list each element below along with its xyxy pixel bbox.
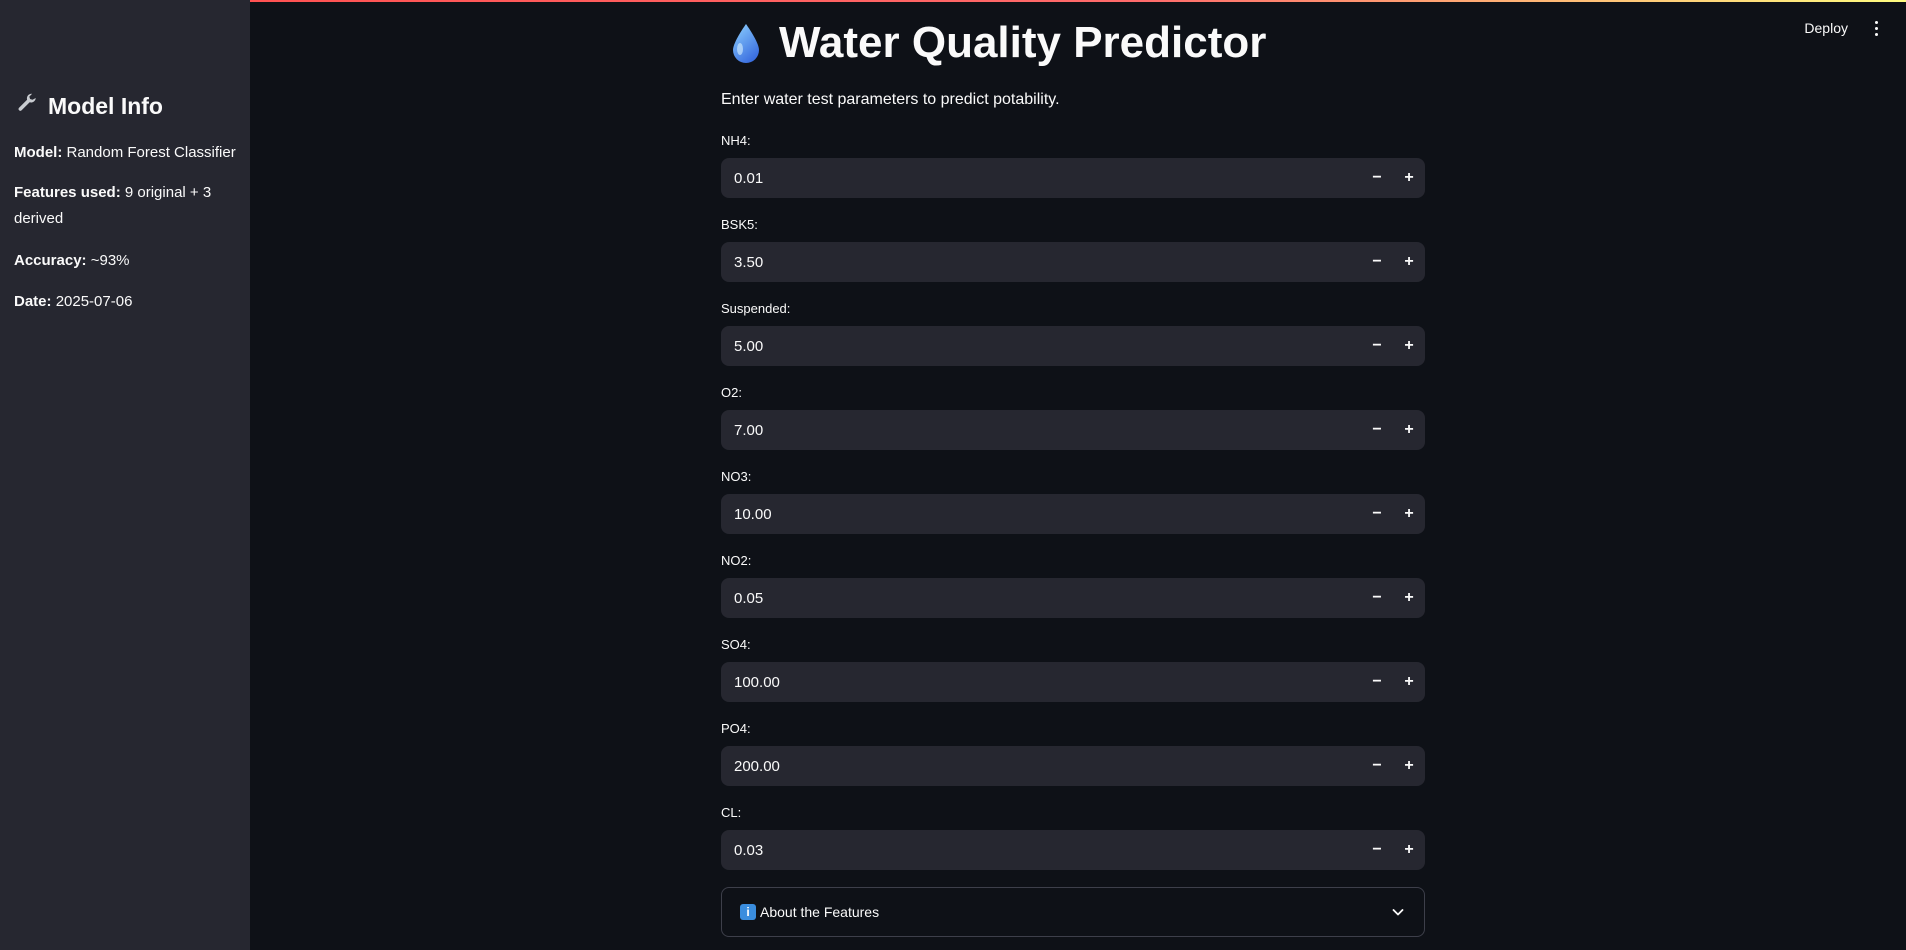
water-drop-icon xyxy=(731,22,761,64)
field-label-cl: CL: xyxy=(721,805,742,820)
header-actions: Deploy xyxy=(1804,18,1884,38)
chevron-down-icon[interactable] xyxy=(1390,904,1406,920)
decrement-button[interactable]: − xyxy=(1361,242,1393,282)
increment-button[interactable]: + xyxy=(1393,242,1425,282)
field-label-bsk5: BSK5: xyxy=(721,217,758,232)
increment-button[interactable]: + xyxy=(1393,662,1425,702)
sidebar-item-model: Model: Random Forest Classifier xyxy=(14,140,239,166)
sidebar-item-value: 2025-07-06 xyxy=(55,293,133,310)
wrench-icon xyxy=(16,92,38,120)
deploy-button[interactable]: Deploy xyxy=(1804,20,1848,36)
no2-number-input: 0.05 − + xyxy=(721,578,1425,618)
field-label-nh4: NH4: xyxy=(721,133,751,148)
o2-value[interactable]: 7.00 xyxy=(721,422,1361,439)
decrement-button[interactable]: − xyxy=(1361,158,1393,198)
sidebar-item-features: Features used: 9 original + 3 derived xyxy=(14,180,239,232)
cl-number-input: 0.03 − + xyxy=(721,830,1425,870)
increment-button[interactable]: + xyxy=(1393,578,1425,618)
field-label-so4: SO4: xyxy=(721,637,751,652)
field-label-no3: NO3: xyxy=(721,469,752,484)
sidebar-item-value: ~93% xyxy=(90,252,130,269)
nh4-value[interactable]: 0.01 xyxy=(721,170,1361,187)
decrement-button[interactable]: − xyxy=(1361,746,1393,786)
so4-number-input: 100.00 − + xyxy=(721,662,1425,702)
sidebar-item-key: Model: xyxy=(14,144,63,161)
field-label-po4: PO4: xyxy=(721,721,751,736)
sidebar-item-key: Date: xyxy=(14,293,52,310)
sidebar-title-text: Model Info xyxy=(48,92,163,119)
nh4-number-input: 0.01 − + xyxy=(721,158,1425,198)
increment-button[interactable]: + xyxy=(1393,158,1425,198)
so4-value[interactable]: 100.00 xyxy=(721,674,1361,691)
suspended-value[interactable]: 5.00 xyxy=(721,338,1361,355)
top-decoration-bar xyxy=(0,0,1906,2)
field-label-suspended: Suspended: xyxy=(721,301,791,316)
decrement-button[interactable]: − xyxy=(1361,326,1393,366)
page-title: Water Quality Predictor xyxy=(731,18,1431,68)
no2-value[interactable]: 0.05 xyxy=(721,590,1361,607)
sidebar-item-key: Features used: xyxy=(14,184,121,201)
sidebar-item-value: Random Forest Classifier xyxy=(66,144,236,161)
o2-number-input: 7.00 − + xyxy=(721,410,1425,450)
no3-number-input: 10.00 − + xyxy=(721,494,1425,534)
po4-number-input: 200.00 − + xyxy=(721,746,1425,786)
more-vertical-icon[interactable] xyxy=(1868,18,1884,38)
decrement-button[interactable]: − xyxy=(1361,410,1393,450)
about-features-expander[interactable]: i About the Features xyxy=(721,887,1425,937)
page-subtitle: Enter water test parameters to predict p… xyxy=(721,91,1060,108)
increment-button[interactable]: + xyxy=(1393,830,1425,870)
field-label-o2: O2: xyxy=(721,385,742,400)
sidebar: Model Info Model: Random Forest Classifi… xyxy=(0,0,250,950)
sidebar-item-accuracy: Accuracy: ~93% xyxy=(14,248,239,274)
cl-value[interactable]: 0.03 xyxy=(721,842,1361,859)
sidebar-item-date: Date: 2025-07-06 xyxy=(14,289,239,315)
bsk5-value[interactable]: 3.50 xyxy=(721,254,1361,271)
decrement-button[interactable]: − xyxy=(1361,578,1393,618)
field-label-no2: NO2: xyxy=(721,553,752,568)
sidebar-title: Model Info xyxy=(16,92,163,120)
no3-value[interactable]: 10.00 xyxy=(721,506,1361,523)
po4-value[interactable]: 200.00 xyxy=(721,758,1361,775)
increment-button[interactable]: + xyxy=(1393,746,1425,786)
decrement-button[interactable]: − xyxy=(1361,830,1393,870)
page-title-text: Water Quality Predictor xyxy=(779,18,1267,67)
decrement-button[interactable]: − xyxy=(1361,662,1393,702)
increment-button[interactable]: + xyxy=(1393,410,1425,450)
decrement-button[interactable]: − xyxy=(1361,494,1393,534)
suspended-number-input: 5.00 − + xyxy=(721,326,1425,366)
expander-label: About the Features xyxy=(760,904,880,920)
bsk5-number-input: 3.50 − + xyxy=(721,242,1425,282)
increment-button[interactable]: + xyxy=(1393,494,1425,534)
info-icon: i xyxy=(740,904,756,920)
sidebar-item-key: Accuracy: xyxy=(14,252,87,269)
increment-button[interactable]: + xyxy=(1393,326,1425,366)
